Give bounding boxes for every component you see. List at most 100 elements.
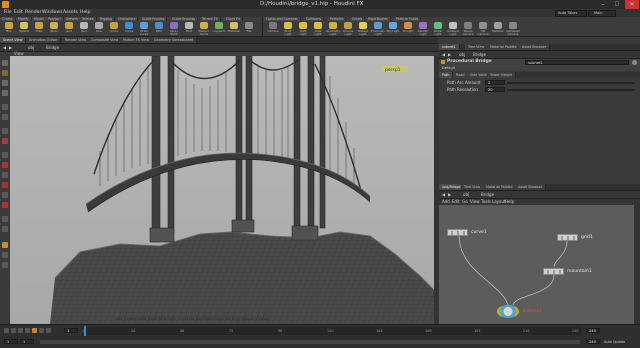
shelf-right-tool-stereo-camera[interactable]: Stereo Camera — [461, 22, 475, 36]
tab-material-palette[interactable]: Material Palette — [487, 44, 521, 50]
node-name-field[interactable]: subnet1 — [525, 60, 629, 65]
network-menu-tools[interactable]: Tools — [481, 199, 491, 204]
shelf-right-tool-environment-light[interactable]: Environment Light — [371, 22, 385, 36]
tab-geometry-spreadsheet[interactable]: Geometry Spreadsheet — [151, 37, 198, 43]
shelf-left-tool-null[interactable]: Null — [77, 22, 91, 35]
network-menu-add[interactable]: Add — [442, 199, 450, 204]
path-node[interactable]: Bridge — [46, 45, 59, 50]
auto-takes-toggle[interactable]: Auto Takes — [555, 10, 587, 17]
edge-snap-icon[interactable] — [2, 192, 8, 198]
stop-icon[interactable] — [25, 328, 30, 333]
rotate-tool-icon[interactable] — [2, 80, 8, 86]
shelf-right-tool-area-light[interactable]: Area Light — [311, 22, 325, 36]
shelf-left-tool-torus[interactable]: Torus — [47, 22, 61, 35]
end-frame-field[interactable]: 240 — [586, 328, 600, 333]
footprint-icon[interactable] — [2, 262, 8, 268]
menu-edit[interactable]: Edit — [14, 10, 23, 15]
minimize-button[interactable]: – — [596, 0, 610, 9]
path-arc-slider[interactable] — [507, 82, 635, 84]
tab-parameters[interactable]: subnet1 — [439, 44, 460, 50]
shelf-left-tool-circle[interactable]: Circle — [107, 22, 121, 35]
shelf-left-tool-tube[interactable]: Tube — [32, 22, 46, 35]
menu-help[interactable]: Help — [80, 10, 90, 15]
shelf-left-tool-font[interactable]: Font — [182, 22, 196, 35]
shelf-left-tool-grid[interactable]: Grid — [62, 22, 76, 35]
close-button[interactable]: ✕ — [625, 0, 639, 9]
tab-composite-view[interactable]: Composite View — [88, 37, 123, 43]
point-snap-icon[interactable] — [2, 202, 8, 208]
tab-scene-view[interactable]: Scene View — [0, 37, 27, 43]
shelf-left-tool-draw-curve[interactable]: Draw Curve — [137, 22, 151, 36]
ghost-icon[interactable] — [2, 242, 8, 248]
forward-arrow-icon[interactable]: ▶ — [9, 45, 12, 50]
menu-render[interactable]: Render — [25, 10, 41, 15]
shelf-right-tool-sky-light[interactable]: Sky Light — [386, 22, 400, 35]
shelf-right-tool-spot-light[interactable]: Spot Light — [296, 22, 310, 36]
params-path-context[interactable]: obj — [459, 52, 465, 57]
network-menu-edit[interactable]: Edit — [452, 199, 460, 204]
peak-tool-icon[interactable] — [2, 216, 8, 222]
network-path-context[interactable]: obj — [463, 192, 469, 197]
node-subnet1[interactable] — [497, 305, 519, 318]
shelf-left-tool-path[interactable]: Path — [152, 22, 166, 35]
tab-render-view[interactable]: Render View — [62, 37, 91, 43]
desktop-selector[interactable]: Main — [588, 10, 616, 17]
view-tool-icon[interactable] — [2, 128, 8, 134]
shelf-left-tool-box[interactable]: Box — [2, 22, 16, 35]
shelf-right-tool-point-light[interactable]: Point Light — [281, 22, 295, 36]
range-bar[interactable] — [40, 340, 580, 344]
node-grid1[interactable] — [557, 234, 578, 241]
shelf-right-tool-geometry-light[interactable]: Geometry Light — [326, 22, 340, 36]
shelf-right-tool-switcher[interactable]: Switcher — [491, 22, 505, 35]
path-arc-field[interactable]: 2 — [485, 80, 505, 85]
node-curve1[interactable] — [447, 229, 468, 236]
network-menu-help[interactable]: Help — [505, 199, 514, 204]
tab-motion-fx-view[interactable]: Motion FX View — [120, 37, 153, 43]
shelf-right-tool-camera[interactable]: Camera — [266, 22, 280, 35]
network-menu-go[interactable]: Go — [462, 199, 468, 204]
tab-asset-browser[interactable]: Asset Browser — [519, 44, 551, 50]
shelf-left-tool-spray-paint[interactable]: Spray Paint — [167, 22, 181, 36]
jump-start-icon[interactable] — [4, 328, 9, 333]
render-region-icon[interactable] — [2, 138, 8, 144]
range-end-field[interactable]: 240 — [586, 339, 600, 344]
shelf-right-tool-volume-light[interactable]: Volume Light — [341, 22, 355, 36]
path-resolution-slider[interactable] — [507, 89, 635, 91]
template-icon[interactable] — [2, 252, 8, 258]
tab-animation-editor[interactable]: Animation Editor — [26, 37, 62, 43]
menu-file[interactable]: File — [4, 10, 12, 15]
tab-tree-view[interactable]: Tree View — [465, 44, 489, 50]
network-back-icon[interactable]: ◀ — [442, 192, 445, 197]
scene-viewport[interactable]: persp1 LMB Tumble MMB Track RMB Dolly Ct… — [10, 56, 434, 324]
back-arrow-icon[interactable]: ◀ — [3, 45, 6, 50]
primitive-snap-icon[interactable] — [2, 182, 8, 188]
handle-tool-icon[interactable] — [2, 104, 8, 110]
step-back-icon[interactable] — [11, 328, 16, 333]
magnet-icon[interactable] — [2, 162, 8, 168]
scale-tool-icon[interactable] — [2, 90, 8, 96]
range-start2-field[interactable]: 1 — [20, 339, 34, 344]
shelf-right-tool-portal-light[interactable]: Portal Light — [431, 22, 445, 36]
shelf-right-tool-vr-camera[interactable]: VR Camera — [476, 22, 490, 36]
shelf-left-tool-platonic-solids[interactable]: Platonic Solids — [197, 22, 211, 36]
tab-network-asset[interactable]: Asset Browser — [515, 184, 547, 190]
play-reverse-icon[interactable] — [18, 328, 23, 333]
shelf-left-tool-curve[interactable]: Curve — [122, 22, 136, 35]
gear-icon[interactable] — [632, 60, 637, 65]
range-start-field[interactable]: 1 — [4, 339, 18, 344]
pose-tool-icon[interactable] — [2, 114, 8, 120]
tab-network-tree[interactable]: Tree View — [461, 184, 485, 190]
path-resolution-field[interactable]: 20 — [485, 87, 505, 92]
shelf-left-tool-metaball[interactable]: Metaball — [227, 22, 241, 35]
select-tool-icon[interactable] — [2, 60, 8, 66]
auto-update-label[interactable]: Auto Update — [604, 340, 625, 345]
node-mountain1[interactable] — [543, 268, 564, 275]
move-tool-icon[interactable] — [2, 70, 8, 76]
params-back-icon[interactable]: ◀ — [442, 52, 445, 57]
param-tab-path[interactable]: Path — [439, 72, 454, 78]
shelf-left-tool-sphere[interactable]: Sphere — [17, 22, 31, 35]
maximize-button[interactable]: □ — [610, 0, 624, 9]
tab-network-material[interactable]: Material Palette — [483, 184, 517, 190]
network-menu-layout[interactable]: Layout — [492, 199, 506, 204]
params-path-node[interactable]: Bridge — [473, 52, 486, 57]
